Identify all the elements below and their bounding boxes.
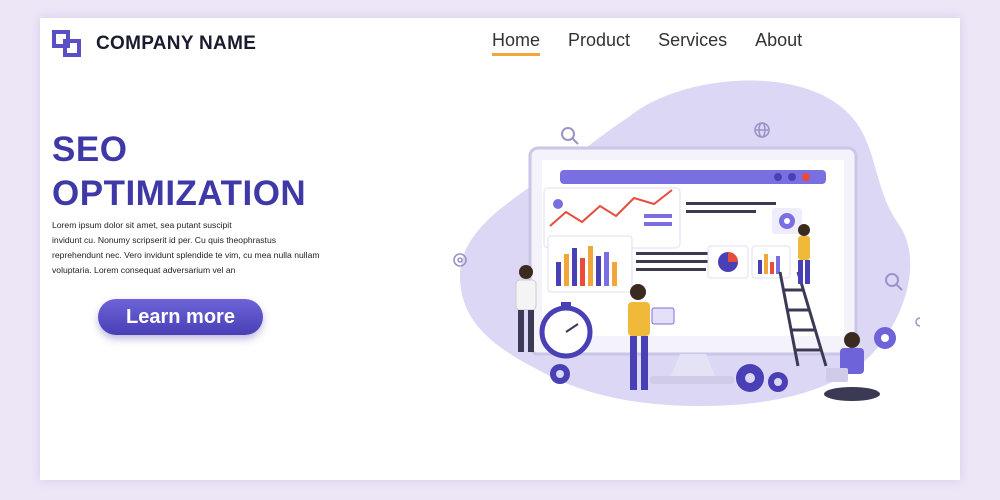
gear-icon (550, 364, 570, 384)
hero-description: Lorem ipsum dolor sit amet, sea putant s… (52, 218, 372, 278)
brand-name: COMPANY NAME (96, 33, 257, 54)
pie-chart-card (707, 245, 749, 279)
seo-illustration (453, 80, 920, 407)
nav-item-services[interactable]: Services (658, 30, 727, 56)
hero-title-line2: OPTIMIZATION (52, 174, 307, 213)
search-icon (561, 127, 579, 145)
logo-squares-icon (52, 30, 88, 58)
hero-title-line1: SEO (52, 130, 128, 169)
hero-description-line: Lorem ipsum dolor sit amet, sea putant s… (52, 220, 232, 230)
hero-description-line: invidunt cu. Nonumy scripserit id per. C… (52, 235, 277, 245)
nav-item-about[interactable]: About (755, 30, 802, 56)
main-nav: Home Product Services About (492, 30, 830, 56)
hero-title: SEO OPTIMIZATION (52, 128, 306, 216)
gear-icon (772, 208, 802, 234)
nav-item-product[interactable]: Product (568, 30, 630, 56)
bar-chart-card (547, 235, 633, 293)
brand-logo[interactable]: COMPANY NAME (52, 30, 256, 58)
hero-description-line: voluptaria. Lorem consequat adversarium … (52, 265, 236, 275)
location-pin-icon (874, 327, 896, 349)
hero-description-line: reprehendunt nec. Vero invidunt splendid… (52, 250, 320, 260)
globe-icon (915, 317, 920, 327)
learn-more-button[interactable]: Learn more (98, 299, 263, 335)
laptop-icon (826, 368, 848, 382)
small-bar-chart-card (751, 245, 791, 279)
nav-item-home[interactable]: Home (492, 30, 541, 56)
